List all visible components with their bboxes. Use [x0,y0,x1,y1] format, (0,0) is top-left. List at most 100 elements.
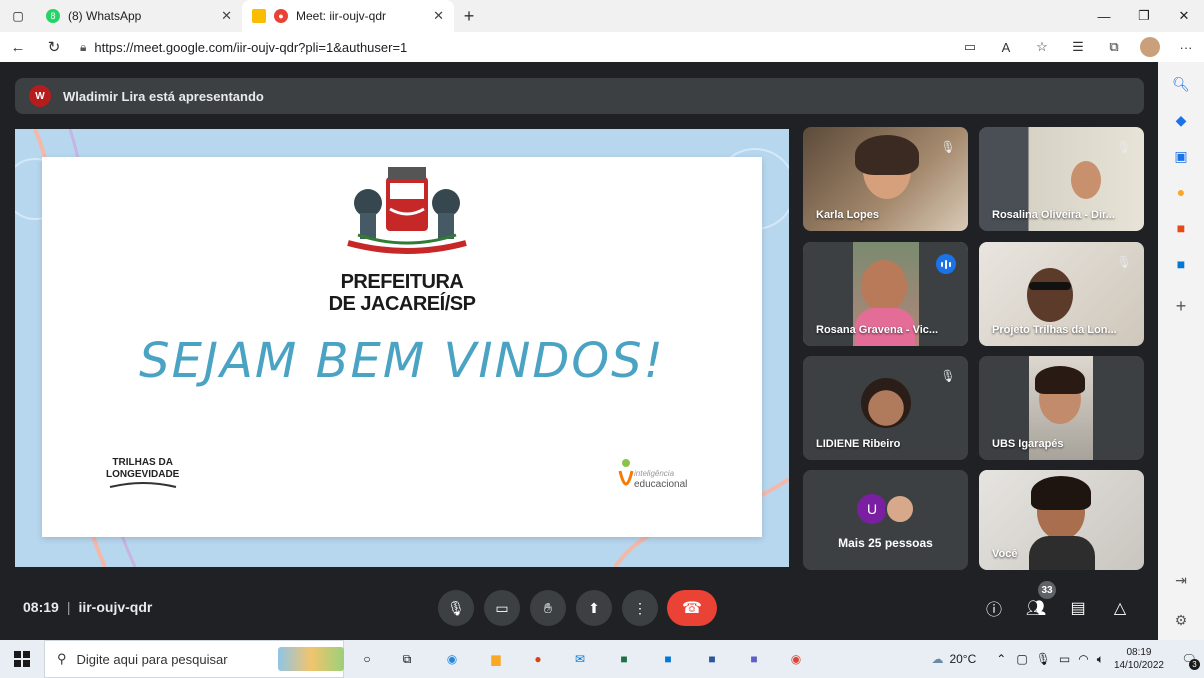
trilhas-logo-line1: TRILHAS DA [112,457,173,468]
weather-icon[interactable]: ☁ [931,652,943,666]
close-tab-icon[interactable]: ✕ [433,8,444,24]
inteligencia-educacional-logo: inteligência educacional [614,457,724,499]
wifi-icon[interactable]: ◠ [1078,652,1088,666]
add-icon[interactable]: + [1171,296,1191,316]
close-tab-icon[interactable]: ✕ [221,8,232,24]
restore-icon[interactable]: ❐ [1124,0,1164,32]
minimize-icon[interactable]: — [1084,0,1124,32]
clock-time: 08:19 [1126,647,1152,658]
temperature[interactable]: 20°C [949,652,976,666]
chat-button[interactable]: ▤ [1064,594,1092,622]
mic-tray-icon[interactable]: 🎙︎ [1036,652,1051,666]
trilhas-logo-swoosh [109,482,176,488]
refresh-button[interactable]: ↻ [36,32,72,62]
volume-icon[interactable]: 🔈︎ [1097,652,1104,667]
tab-meet[interactable]: ● Meet: iir-oujv-qdr ✕ [242,0,454,32]
participant-tile[interactable]: 🎙︎ Rosalina Oliveira - Dir... [979,127,1144,231]
taskbar-clock[interactable]: 08:19 14/10/2022 [1114,646,1164,672]
address-bar-actions: ▭ A ☆ ☰ ⧉ ··· [952,32,1204,62]
browser-tabstrip: ▢ 8 (8) WhatsApp ✕ ● Meet: iir-oujv-qdr … [0,0,1204,32]
participant-tile[interactable]: 🎙︎ LIDIENE Ribeiro [803,356,968,460]
chrome-icon[interactable]: ◉ [784,647,808,671]
leave-call-button[interactable]: ☎︎ [667,590,717,626]
trilhas-logo-line2: LONGEVIDADE [106,469,180,480]
present-screen-icon: ⬆ [588,599,600,616]
mic-button[interactable]: 🎙︎ [438,590,474,626]
more-options-button[interactable]: ⋮ [622,590,658,626]
mail-icon[interactable]: ✉ [568,647,592,671]
collections-icon[interactable]: ⧉ [1096,39,1132,55]
start-button[interactable] [0,640,44,678]
favorite-icon[interactable]: ☆ [1024,39,1060,55]
participant-tile[interactable]: 🎙︎ Karla Lopes [803,127,968,231]
activities-icon: △ [1113,600,1127,617]
file-explorer-icon[interactable]: ▆ [484,647,508,671]
search-highlight-image[interactable] [278,647,344,671]
word-icon[interactable]: ■ [700,647,724,671]
more-icon[interactable]: ··· [1168,40,1204,55]
presentation-slide: PREFEITURA DE JACAREÍ/SP SEJAM BEM VINDO… [42,157,762,537]
hangup-icon: ☎︎ [682,600,702,617]
edge-icon[interactable]: ◉ [440,647,464,671]
present-button[interactable]: ⬆ [576,590,612,626]
lock-icon[interactable]: 🔒︎ [80,40,86,55]
participant-name: UBS Igarapés [992,438,1064,450]
presenter-avatar: W [29,85,51,107]
profile-avatar[interactable] [1132,37,1168,57]
mic-off-icon: 🎙︎ [940,140,956,154]
outlook-icon[interactable]: ■ [1171,254,1191,274]
more-participants-tile[interactable]: U Mais 25 pessoas [803,470,968,570]
participants-count-badge: 33 [1038,581,1056,599]
tab-title: Meet: iir-oujv-qdr [296,9,387,23]
tab-whatsapp[interactable]: 8 (8) WhatsApp ✕ [36,0,242,32]
favorites-list-icon[interactable]: ☰ [1060,39,1096,55]
search-icon[interactable]: 🔍︎ [1171,74,1191,94]
outlook-icon[interactable]: ■ [656,647,680,671]
search-icon: ⚲ [57,651,67,666]
meeting-details-button[interactable]: ⓘ [980,594,1008,622]
chat-icon: ▤ [1070,600,1086,617]
address-bar: ← ↻ 🔒︎ https://meet.google.com/iir-oujv-… [0,32,1204,62]
camera-button[interactable]: ▭ [484,590,520,626]
tools-icon[interactable]: ▣ [1171,146,1191,166]
camera-icon[interactable]: ▭ [952,39,988,55]
tab-actions-icon[interactable]: ▢ [0,0,36,32]
shopping-tag-icon[interactable]: ◆ [1171,110,1191,130]
powerpoint-icon[interactable]: ● [526,647,550,671]
settings-icon[interactable]: ⚙︎ [1171,610,1191,630]
activities-button[interactable]: △ [1106,594,1134,622]
recording-icon: ● [274,9,288,23]
meet-tray-icon[interactable]: ▢ [1016,652,1027,666]
teams-icon[interactable]: ■ [742,647,766,671]
participant-name: Rosana Gravena - Vic... [816,324,939,336]
camera-icon: ▭ [495,599,509,616]
excel-icon[interactable]: ■ [612,647,636,671]
whatsapp-icon: 8 [46,9,60,23]
participant-tile[interactable]: 🎙︎ Projeto Trilhas da Lon... [979,242,1144,346]
new-tab-button[interactable]: + [454,6,484,27]
participant-name: Projeto Trilhas da Lon... [992,324,1117,336]
raise-hand-button[interactable]: ✋︎ [530,590,566,626]
show-hidden-icons[interactable]: ⌃ [996,652,1006,666]
search-placeholder: Digite aqui para pesquisar [76,651,228,667]
presenting-text: Wladimir Lira está apresentando [63,88,264,104]
games-icon[interactable]: ● [1171,182,1191,202]
participant-tile[interactable]: Rosana Gravena - Vic... [803,242,968,346]
slide-welcome-text: SEJAM BEM VINDOS! [139,333,665,389]
battery-icon[interactable]: ▭ [1059,652,1070,666]
participant-avatar-photo [885,494,915,524]
slide-title-line1: PREFEITURA [340,271,464,293]
office-icon[interactable]: ■ [1171,218,1191,238]
task-view-icon[interactable]: ⧉ [395,647,419,671]
participant-tile[interactable]: UBS Igarapés [979,356,1144,460]
hide-sidebar-icon[interactable]: ⇥ [1171,570,1191,590]
slide-title-line2: DE JACAREÍ/SP [328,293,476,315]
read-aloud-icon[interactable]: A [988,40,1024,55]
self-view-tile[interactable]: Você [979,470,1144,570]
close-window-icon[interactable]: ✕ [1164,0,1204,32]
url-field[interactable]: 🔒︎ https://meet.google.com/iir-oujv-qdr?… [80,40,900,55]
cortana-icon[interactable]: ○ [355,647,379,671]
notifications-icon[interactable]: 🗨︎ 3 [1174,652,1204,670]
back-button[interactable]: ← [0,32,36,62]
window-controls: — ❐ ✕ [1084,0,1204,32]
